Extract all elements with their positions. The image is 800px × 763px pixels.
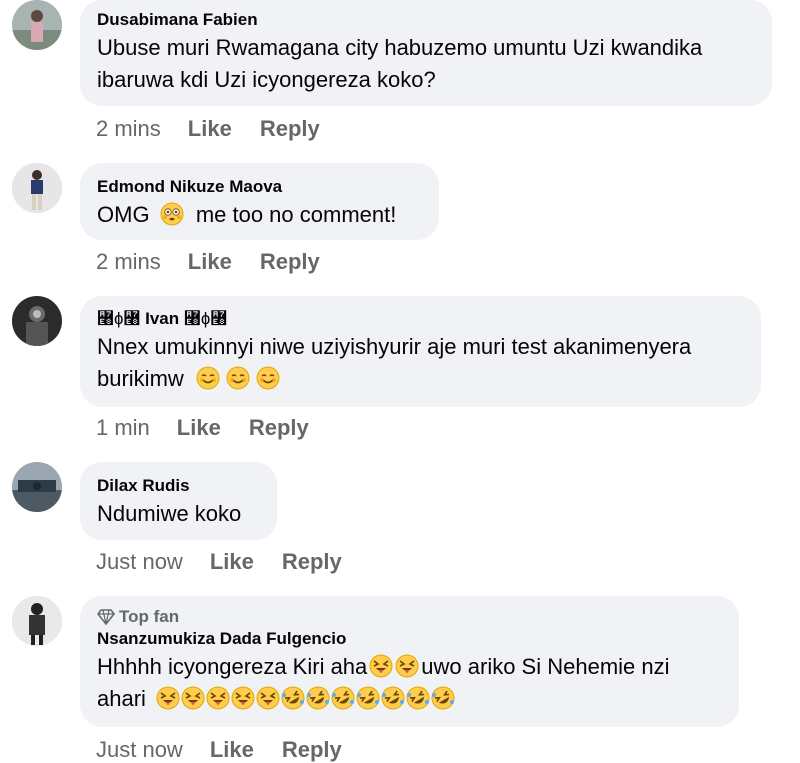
comment-text: uwo ariko Si Nehemie nzi <box>421 654 670 679</box>
comment-text: burikimw <box>97 366 184 391</box>
rolling-laughing-face-icon <box>381 686 405 710</box>
avatar[interactable] <box>12 296 62 346</box>
badge-label: Top fan <box>119 607 180 626</box>
comment-actions: 2 mins Like Reply <box>96 249 320 275</box>
rolling-laughing-face-icon <box>331 686 355 710</box>
comment-actions: 1 min Like Reply <box>96 415 309 441</box>
top-fan-badge: Top fan <box>96 606 721 628</box>
squinting-tongue-face-icon <box>256 686 280 710</box>
reply-button[interactable]: Reply <box>260 249 320 275</box>
rolling-laughing-face-icon <box>356 686 380 710</box>
reply-button[interactable]: Reply <box>282 549 342 575</box>
comment-bubble: Edmond Nikuze Maova OMG me too no commen… <box>80 163 439 240</box>
avatar[interactable] <box>12 462 62 512</box>
comment-actions: Just now Like Reply <box>96 737 342 763</box>
comment-text-line: Ubuse muri Rwamagana city habuzemo umunt… <box>97 35 703 60</box>
comment-time[interactable]: 1 min <box>96 415 150 441</box>
flushed-face-icon <box>160 202 184 226</box>
comment-bubble: Top fan Nsanzumukiza Dada Fulgencio Hhhh… <box>80 596 739 727</box>
comment-time[interactable]: 2 mins <box>96 116 161 142</box>
reply-button[interactable]: Reply <box>282 737 342 763</box>
author-decor: ꟨ɸ꟨ <box>97 309 141 328</box>
author-name: Ivan <box>145 309 180 328</box>
comment-time[interactable]: Just now <box>96 549 183 575</box>
comment-bubble: Dusabimana Fabien Ubuse muri Rwamagana c… <box>80 0 772 106</box>
comment-time[interactable]: Just now <box>96 737 183 763</box>
comment-text-line-2: burikimw <box>97 363 743 395</box>
comment-text: Ndumiwe koko <box>97 501 242 526</box>
like-button[interactable]: Like <box>177 415 221 441</box>
squinting-tongue-face-icon <box>369 654 393 678</box>
comment-author[interactable]: Edmond Nikuze Maova <box>97 176 421 198</box>
avatar[interactable] <box>12 163 62 213</box>
author-decor: ꟨ɸ꟨ <box>183 309 228 328</box>
comment-text-a: OMG <box>97 202 150 227</box>
comment-text-line: ibaruwa kdi Uzi icyongereza koko? <box>97 67 436 92</box>
reply-button[interactable]: Reply <box>260 116 320 142</box>
comment-author[interactable]: Nsanzumukiza Dada Fulgencio <box>97 628 721 650</box>
rolling-laughing-face-icon <box>431 686 455 710</box>
diamond-icon <box>96 609 116 626</box>
reply-button[interactable]: Reply <box>249 415 309 441</box>
comment-actions: 2 mins Like Reply <box>96 116 320 142</box>
comment-author[interactable]: ꟨ɸ꟨ Ivan ꟨ɸ꟨ <box>97 308 743 330</box>
comment-text-b: me too no comment! <box>195 202 397 227</box>
smiling-face-icon <box>256 366 280 390</box>
comment-author[interactable]: Dilax Rudis <box>97 475 259 497</box>
rolling-laughing-face-icon <box>406 686 430 710</box>
comment-text: OMG me too no comment! <box>97 199 421 231</box>
avatar[interactable] <box>12 596 62 646</box>
smiling-face-icon <box>226 366 250 390</box>
smiling-face-icon <box>196 366 220 390</box>
like-button[interactable]: Like <box>210 549 254 575</box>
comment-bubble: ꟨ɸ꟨ Ivan ꟨ɸ꟨ Nnex umukinnyi niwe uziyish… <box>80 296 761 407</box>
like-button[interactable]: Like <box>210 737 254 763</box>
comment-bubble: Dilax Rudis Ndumiwe koko <box>80 462 277 540</box>
like-button[interactable]: Like <box>188 116 232 142</box>
comment-text-line: Hhhhh icyongereza Kiri aha uwo ariko Si … <box>97 651 721 683</box>
comment-text-line: Nnex umukinnyi niwe uziyishyurir aje mur… <box>97 334 692 359</box>
squinting-tongue-face-icon <box>206 686 230 710</box>
comment-time[interactable]: 2 mins <box>96 249 161 275</box>
squinting-tongue-face-icon <box>181 686 205 710</box>
comment-text-line-2: ahari <box>97 683 721 715</box>
squinting-tongue-face-icon <box>395 654 419 678</box>
avatar[interactable] <box>12 0 62 50</box>
rolling-laughing-face-icon <box>306 686 330 710</box>
comment-actions: Just now Like Reply <box>96 549 342 575</box>
squinting-tongue-face-icon <box>156 686 180 710</box>
comment-text: Hhhhh icyongereza Kiri aha <box>97 654 368 679</box>
like-button[interactable]: Like <box>188 249 232 275</box>
squinting-tongue-face-icon <box>231 686 255 710</box>
comment-author[interactable]: Dusabimana Fabien <box>97 9 754 31</box>
comment-text: ahari <box>97 686 146 711</box>
rolling-laughing-face-icon <box>281 686 305 710</box>
